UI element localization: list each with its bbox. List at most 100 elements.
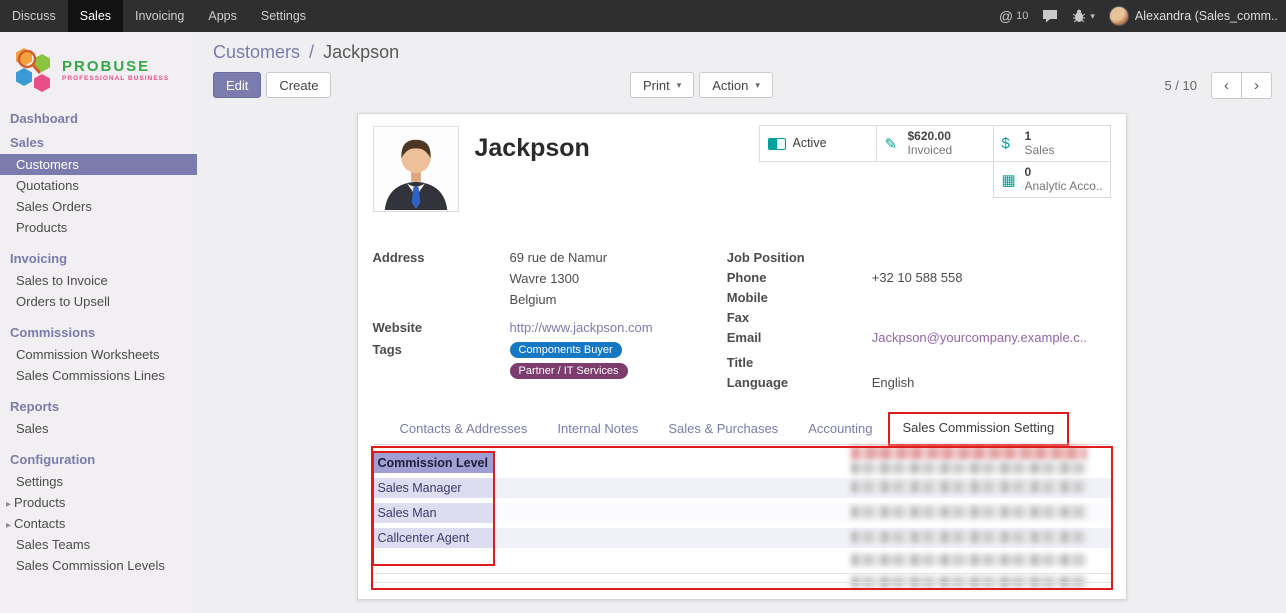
stat-buttons: Active ✎ $620.00 Invoiced $ 1 Sales [755, 126, 1111, 198]
tab-sales-purchases[interactable]: Sales & Purchases [653, 414, 793, 444]
table-cell-callcenter-agent[interactable]: Callcenter Agent [374, 528, 493, 548]
sidebar-section-reports[interactable]: Reports [0, 394, 197, 418]
sidebar-item-quotations[interactable]: Quotations [0, 175, 197, 196]
sidebar-item-sales-commission-levels[interactable]: Sales Commission Levels [0, 555, 197, 576]
sidebar-item-settings[interactable]: Settings [0, 471, 197, 492]
analytic-value: 0 [1025, 166, 1102, 180]
job-position-label: Job Position [727, 250, 872, 266]
customer-photo[interactable] [373, 126, 459, 212]
caret-down-icon: ▾ [677, 80, 682, 91]
breadcrumb-separator: / [309, 42, 314, 62]
sidebar-item-sales-teams[interactable]: Sales Teams [0, 534, 197, 555]
user-name: Alexandra (Sales_comm.. [1135, 9, 1278, 23]
menu-discuss[interactable]: Discuss [0, 0, 68, 32]
tab-accounting[interactable]: Accounting [793, 414, 887, 444]
table-cell-sales-man[interactable]: Sales Man [374, 503, 493, 523]
sidebar-item-commission-worksheets[interactable]: Commission Worksheets [0, 344, 197, 365]
sidebar-item-reports-sales[interactable]: Sales [0, 418, 197, 439]
topbar-right: @ 10 ▾ Alexandra (Sales_comm.. [999, 0, 1286, 32]
sidebar-section-invoicing[interactable]: Invoicing [0, 246, 197, 270]
customer-photo-image [375, 128, 457, 210]
sidebar-item-config-contacts[interactable]: ▸Contacts [0, 513, 197, 534]
menu-apps[interactable]: Apps [196, 0, 249, 32]
email-label: Email [727, 330, 872, 346]
sidebar-item-products[interactable]: Products [0, 217, 197, 238]
customer-form-sheet: Jackpson Active ✎ $620.00 Invoiced [357, 113, 1127, 600]
create-button[interactable]: Create [266, 72, 331, 98]
sidebar-item-sales-to-invoice[interactable]: Sales to Invoice [0, 270, 197, 291]
sidebar-item-orders-to-upsell[interactable]: Orders to Upsell [0, 291, 197, 312]
edit-button[interactable]: Edit [213, 72, 261, 98]
sidebar-section-dashboard[interactable]: Dashboard [0, 106, 197, 130]
user-menu[interactable]: Alexandra (Sales_comm.. [1109, 6, 1278, 26]
active-toggle-button[interactable]: Active [759, 125, 877, 162]
redacted-content [851, 554, 1087, 566]
phone-label: Phone [727, 270, 872, 286]
invoiced-label: Invoiced [908, 144, 953, 158]
address-line-2: Wavre 1300 [510, 271, 608, 286]
sidebar-section-commissions[interactable]: Commissions [0, 320, 197, 344]
sidebar-item-label: Products [14, 495, 65, 510]
pager-prev-button[interactable]: ‹ [1211, 72, 1242, 99]
print-dropdown[interactable]: Print ▾ [630, 72, 694, 98]
expand-icon[interactable]: ▸ [6, 520, 11, 531]
debug-icon[interactable]: ▾ [1072, 9, 1095, 23]
sidebar-item-sales-orders[interactable]: Sales Orders [0, 196, 197, 217]
title-label: Title [727, 355, 872, 371]
email-link[interactable]: Jackpson@yourcompany.example.c.. [872, 330, 1087, 346]
main-area: Customers / Jackpson Edit Create Print ▾… [197, 32, 1286, 613]
invoiced-stat-button[interactable]: ✎ $620.00 Invoiced [876, 125, 994, 162]
sidebar-item-config-products[interactable]: ▸Products [0, 492, 197, 513]
phone-value: +32 10 588 558 [872, 270, 963, 286]
sidebar-section-configuration[interactable]: Configuration [0, 447, 197, 471]
chat-icon[interactable] [1042, 9, 1058, 23]
action-dropdown[interactable]: Action ▾ [699, 72, 773, 98]
dollar-icon: $ [1002, 135, 1018, 152]
tag-components-buyer[interactable]: Components Buyer [510, 342, 622, 358]
redacted-highlight [851, 446, 1087, 460]
menu-sales[interactable]: Sales [68, 0, 123, 32]
top-navbar: Discuss Sales Invoicing Apps Settings @ … [0, 0, 1286, 32]
caret-down-icon: ▾ [1090, 11, 1095, 22]
sales-count-value: 1 [1025, 130, 1055, 144]
mention-icon: @ [999, 8, 1013, 24]
website-link[interactable]: http://www.jackpson.com [510, 320, 653, 335]
redacted-content [851, 531, 1087, 543]
tab-sales-commission-setting[interactable]: Sales Commission Setting [888, 412, 1070, 446]
logo-subtitle: PROFESSIONAL BUSINESS [62, 75, 169, 82]
expand-icon[interactable]: ▸ [6, 499, 11, 510]
tab-internal-notes[interactable]: Internal Notes [542, 414, 653, 444]
website-label: Website [373, 320, 510, 335]
sales-stat-button[interactable]: $ 1 Sales [993, 125, 1111, 162]
probuse-logo-icon [10, 44, 56, 96]
breadcrumb-customers[interactable]: Customers [213, 42, 300, 62]
active-label: Active [793, 136, 827, 150]
address-line-1: 69 rue de Namur [510, 250, 608, 265]
mentions-button[interactable]: @ 10 [999, 8, 1028, 24]
sidebar-item-sales-commissions-lines[interactable]: Sales Commissions Lines [0, 365, 197, 386]
table-divider [373, 582, 1111, 583]
invoice-pencil-icon: ✎ [885, 135, 901, 153]
redacted-content [851, 462, 1087, 474]
analytic-stat-button[interactable]: ▦ 0 Analytic Acco... [993, 161, 1111, 198]
fax-label: Fax [727, 310, 872, 326]
commission-table: Commission Level Sales Manager Sales Man… [373, 446, 1111, 596]
language-value: English [872, 375, 915, 391]
pager-next-button[interactable]: › [1241, 72, 1272, 99]
menu-invoicing[interactable]: Invoicing [123, 0, 196, 32]
sidebar-item-label: Contacts [14, 516, 65, 531]
menu-settings[interactable]: Settings [249, 0, 318, 32]
tags-label: Tags [373, 342, 510, 379]
tag-partner-it-services[interactable]: Partner / IT Services [510, 363, 628, 379]
redacted-content [851, 481, 1087, 493]
app-logo: PROBUSE PROFESSIONAL BUSINESS [0, 32, 197, 106]
table-cell-sales-manager[interactable]: Sales Manager [374, 478, 493, 498]
analytic-label: Analytic Acco... [1025, 180, 1102, 194]
column-header-commission-level[interactable]: Commission Level [374, 453, 493, 473]
sidebar-item-customers[interactable]: Customers [0, 154, 197, 175]
mention-count: 10 [1016, 10, 1028, 22]
sidebar-section-sales[interactable]: Sales [0, 130, 197, 154]
breadcrumb-current: Jackpson [323, 42, 399, 62]
tab-contacts-addresses[interactable]: Contacts & Addresses [385, 414, 543, 444]
action-label: Action [712, 78, 748, 93]
